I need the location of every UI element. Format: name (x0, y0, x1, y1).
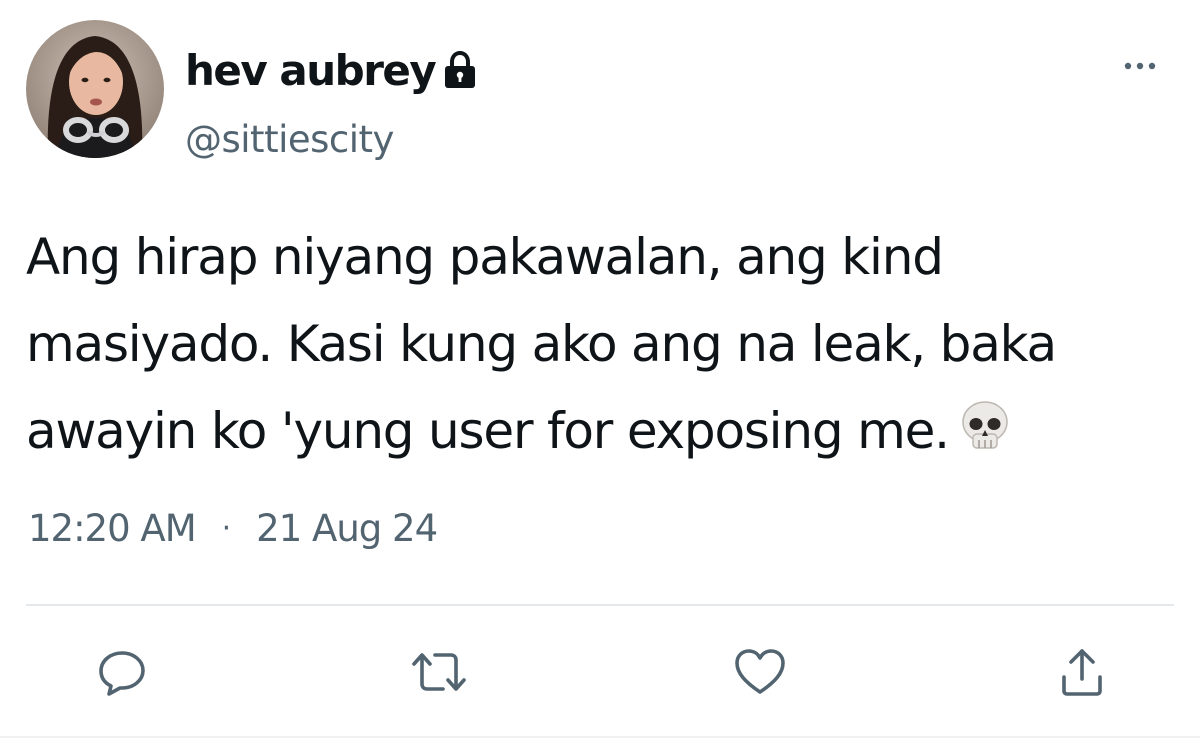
user-handle[interactable]: @sittiescity (185, 118, 394, 161)
display-name[interactable]: hev aubrey (185, 42, 479, 98)
meta-separator: · (221, 511, 231, 546)
retweet-icon (412, 653, 466, 691)
tweet-line-3: awayin ko 'yung user for exposing me. (26, 388, 1176, 475)
share-icon (1062, 649, 1102, 696)
tweet-text: Ang hirap niyang pakawalan, ang kind mas… (26, 214, 1176, 475)
retweet-button[interactable] (409, 642, 469, 702)
lock-icon (441, 50, 479, 90)
tweet-timestamp[interactable]: 12:20 AM · 21 Aug 24 (28, 507, 438, 550)
display-name-text: hev aubrey (185, 45, 437, 95)
like-button[interactable] (730, 642, 790, 702)
reply-icon (99, 651, 145, 696)
tweet-line-1: Ang hirap niyang pakawalan, ang kind (26, 228, 944, 286)
skull-emoji-icon (957, 394, 1013, 450)
reply-button[interactable] (92, 642, 152, 702)
tweet-line-2: masiyado. Kasi kung ako ang na leak, bak… (26, 315, 1057, 373)
tweet-time: 12:20 AM (28, 507, 197, 550)
heart-icon (735, 649, 785, 694)
avatar[interactable] (26, 20, 164, 158)
divider (26, 604, 1174, 606)
bottom-divider (0, 736, 1200, 738)
share-button[interactable] (1052, 642, 1112, 702)
tweet-line-3-text: awayin ko 'yung user for exposing me. (26, 402, 950, 460)
more-options-icon[interactable] (1120, 52, 1160, 80)
tweet-date: 21 Aug 24 (256, 507, 438, 550)
